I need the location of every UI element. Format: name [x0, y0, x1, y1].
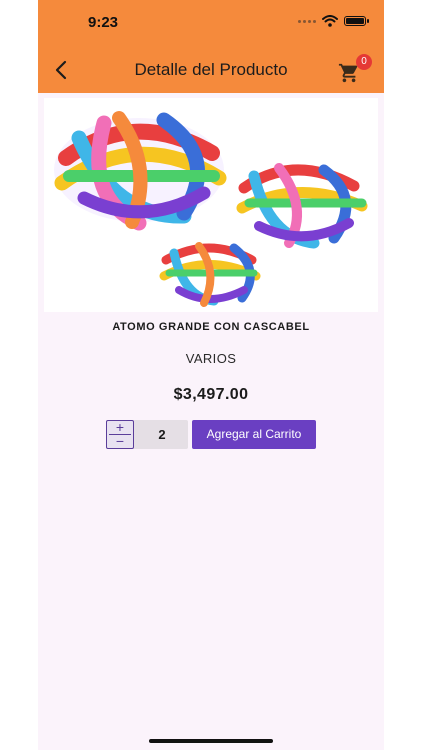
product-price: $3,497.00 [173, 386, 249, 403]
product-image [44, 98, 378, 312]
app-bar: 9:23 Detalle del Producto 0 [38, 0, 384, 93]
wifi-icon [322, 15, 338, 27]
product-brand: VARIOS [185, 351, 237, 366]
product-name: ATOMO GRANDE CON CASCABEL [112, 321, 310, 333]
battery-icon [344, 16, 369, 26]
quantity-stepper: + − 2 [106, 420, 188, 449]
quantity-value[interactable]: 2 [136, 427, 188, 442]
page-title: Detalle del Producto [134, 60, 288, 79]
decrement-button[interactable]: − [107, 434, 133, 448]
add-to-cart-button[interactable]: Agregar al Carrito [192, 420, 316, 449]
cart-count-badge: 0 [356, 54, 372, 70]
home-indicator [149, 739, 273, 743]
cellular-signal-icon [298, 19, 316, 23]
cart-button[interactable]: 0 [338, 54, 372, 86]
stepper-buttons: + − [106, 420, 134, 449]
phone-screen: 9:23 Detalle del Producto 0 ATOMO GRANDE… [38, 0, 384, 750]
status-time: 9:23 [88, 14, 119, 31]
status-icons [298, 15, 369, 27]
rubber-ball-toy-image [54, 111, 368, 307]
